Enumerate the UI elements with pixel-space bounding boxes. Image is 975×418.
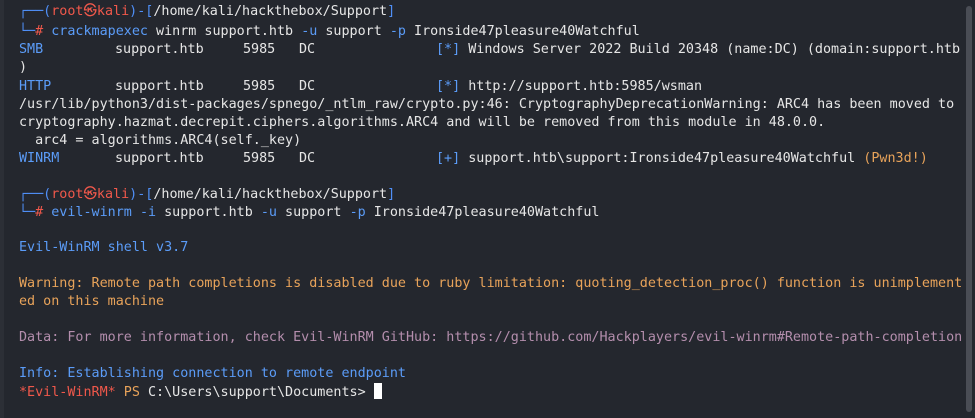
evilwinrm-banner: Evil-WinRM shell v3.7 — [19, 240, 189, 255]
host-arg: support.htb — [156, 205, 261, 220]
command-line: └─# crackmapexec winrm support.htb -u su… — [19, 23, 640, 41]
http-info-line: [*] http://support.htb:5985/wsman — [436, 78, 702, 96]
prompt-corner-bottom: └─ — [19, 205, 36, 220]
deprecation-warning-2: cryptography.hazmat.decrepit.ciphers.alg… — [19, 115, 826, 130]
evilwinrm-warning-2: ed on this machine — [19, 294, 165, 309]
smb-name: DC — [299, 42, 316, 57]
smb-info-wrap: ) — [19, 60, 28, 75]
command-name: evil-winrm — [51, 205, 132, 220]
winrm-name: DC — [299, 151, 316, 166]
powershell-prompt[interactable]: *Evil-WinRM* PS C:\Users\support\Documen… — [19, 383, 382, 401]
pass-arg: Ironside47pleasure40Watchful — [365, 205, 600, 220]
flag-i: -i — [139, 205, 157, 220]
scrollbar-thumb[interactable] — [966, 6, 972, 412]
flag-u: -u — [260, 205, 277, 220]
info-marker: [*] — [436, 79, 461, 94]
pass-arg: Ironside47pleasure40Watchful — [406, 24, 640, 39]
http-info: http://support.htb:5985/wsman — [460, 79, 703, 94]
pwned-badge: (Pwn3d!) — [863, 151, 928, 166]
smb-proto: SMB — [19, 42, 44, 57]
skull-icon: ㉿ — [83, 187, 97, 202]
command-space — [132, 205, 140, 220]
terminal-scrollbar[interactable] — [963, 0, 975, 418]
evilwinrm-connect-info: Info: Establishing connection to remote … — [19, 366, 406, 381]
prompt-path-close: ] — [387, 4, 396, 19]
http-port: 5985 — [243, 79, 276, 94]
command-name: crackmapexec — [51, 24, 148, 39]
prompt-path: /home/kali/hackthebox/Support — [153, 187, 388, 202]
flag-p: -p — [349, 205, 366, 220]
winrm-info: support.htb\support:Ironside47pleasure40… — [460, 151, 864, 166]
text-cursor[interactable] — [373, 383, 382, 399]
prompt-header-line: ┌──(root㉿kali)-[/home/kali/hackthebox/Su… — [19, 3, 395, 21]
http-host: support.htb — [115, 79, 204, 94]
command-args: winrm support.htb — [148, 24, 302, 39]
success-marker: [+] — [436, 151, 461, 166]
ps-shell-name: *Evil-WinRM* — [19, 385, 116, 400]
prompt-hash: # — [35, 205, 52, 220]
winrm-host: support.htb — [115, 151, 204, 166]
http-name: DC — [299, 79, 316, 94]
prompt-corner-top: ┌──( — [19, 4, 52, 19]
user-arg: support — [277, 205, 350, 220]
deprecation-warning-3: arc4 = algorithms.ARC4(self._key) — [19, 133, 302, 148]
info-marker: [*] — [436, 42, 461, 57]
prompt-host: kali — [96, 4, 130, 19]
prompt-path-close: ] — [387, 187, 396, 202]
prompt-hash: # — [35, 24, 52, 39]
smb-host: support.htb — [115, 42, 204, 57]
ps-label: PS — [115, 385, 148, 400]
terminal-output[interactable]: ┌──(root㉿kali)-[/home/kali/hackthebox/Su… — [0, 0, 962, 418]
user-arg: support — [317, 24, 390, 39]
command-line-2: └─# evil-winrm -i support.htb -u support… — [19, 204, 599, 222]
winrm-info-line: [+] support.htb\support:Ironside47pleasu… — [436, 150, 928, 168]
prompt-path-open: )-[ — [129, 187, 154, 202]
http-proto: HTTP — [19, 79, 52, 94]
evilwinrm-warning-1: Warning: Remote path completions is disa… — [19, 276, 963, 291]
smb-info-line: [*] Windows Server 2022 Build 20348 (nam… — [436, 41, 960, 59]
prompt-path-open: )-[ — [129, 4, 154, 19]
flag-p: -p — [389, 24, 406, 39]
prompt-host: kali — [96, 187, 130, 202]
skull-icon: ㉿ — [83, 4, 97, 19]
prompt-user: root — [51, 187, 84, 202]
prompt-user: root — [51, 4, 84, 19]
ps-path: C:\Users\support\Documents> — [148, 385, 374, 400]
prompt-corner-top: ┌──( — [19, 187, 52, 202]
flag-u: -u — [301, 24, 318, 39]
prompt-header-line-2: ┌──(root㉿kali)-[/home/kali/hackthebox/Su… — [19, 186, 395, 204]
winrm-port: 5985 — [243, 151, 276, 166]
evilwinrm-data-info: Data: For more information, check Evil-W… — [19, 330, 963, 345]
prompt-corner-bottom: └─ — [19, 24, 36, 39]
prompt-path: /home/kali/hackthebox/Support — [153, 4, 388, 19]
smb-port: 5985 — [243, 42, 276, 57]
smb-info: Windows Server 2022 Build 20348 (name:DC… — [460, 42, 961, 57]
deprecation-warning-1: /usr/lib/python3/dist-packages/spnego/_n… — [19, 97, 955, 112]
winrm-proto: WINRM — [19, 151, 60, 166]
